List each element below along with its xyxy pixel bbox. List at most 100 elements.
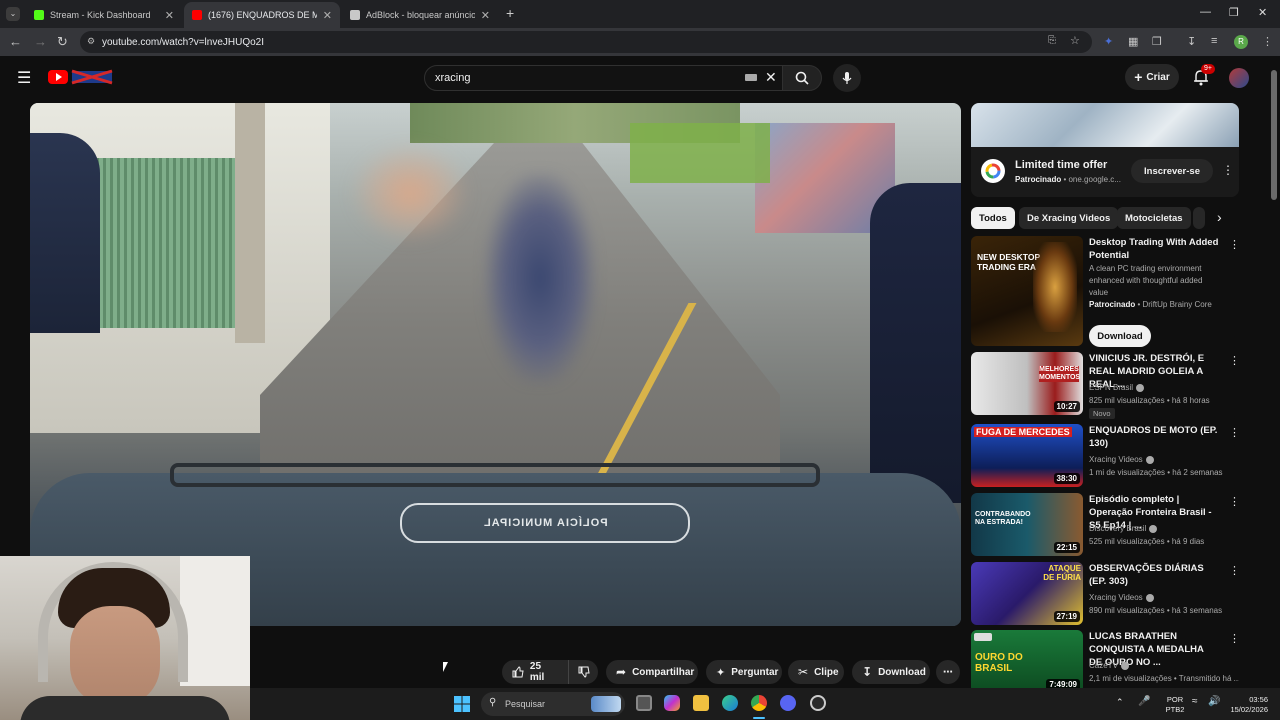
keyboard-icon[interactable] <box>745 74 757 81</box>
file-explorer-icon[interactable] <box>693 695 709 711</box>
ad-more-icon[interactable]: ⋮ <box>1222 163 1234 177</box>
notifications-button[interactable]: 9+ <box>1193 64 1215 88</box>
recommendation-item[interactable]: CONTRABANDO NA ESTRADA! 22:15 ⋮ Episódio… <box>971 493 1240 556</box>
ad-subscribe-label: Inscrever-se <box>1144 165 1200 177</box>
more-options-icon[interactable]: ⋮ <box>1229 495 1240 508</box>
video-thumbnail[interactable]: CONTRABANDO NA ESTRADA! 22:15 <box>971 493 1083 556</box>
ad-card[interactable]: Limited time offer Patrocinado • one.goo… <box>971 103 1239 197</box>
close-tab-icon[interactable]: ✕ <box>481 9 490 22</box>
video-thumbnail[interactable]: FUGA DE MERCEDES 38:30 <box>971 424 1083 487</box>
ad-download-button[interactable]: Download <box>1089 325 1151 347</box>
hamburger-menu-icon[interactable]: ☰ <box>17 68 31 88</box>
discord-icon[interactable] <box>780 695 796 711</box>
copilot-icon[interactable] <box>664 695 680 711</box>
address-bar[interactable]: ⚙ youtube.com/watch?v=lnveJHUQo2I ⎘ ☆ <box>80 31 1092 53</box>
like-button[interactable]: 25 mil <box>502 660 568 684</box>
video-thumbnail[interactable]: NEW DESKTOP TRADING ERA <box>971 236 1083 346</box>
ad-subscribe-button[interactable]: Inscrever-se <box>1131 159 1213 183</box>
microphone-icon <box>842 72 852 84</box>
wifi-icon[interactable]: ≈ <box>1192 696 1198 707</box>
browser-tab-strip: ⌄ Stream - Kick Dashboard ✕ (1676) ENQUA… <box>0 0 1280 28</box>
scrollbar-thumb[interactable] <box>1271 70 1277 200</box>
recommendation-item[interactable]: FUGA DE MERCEDES 38:30 ⋮ ENQUADROS DE MO… <box>971 424 1240 487</box>
show-hidden-icons[interactable]: ⌃ <box>1116 697 1124 708</box>
tab-kick-dashboard[interactable]: Stream - Kick Dashboard ✕ <box>26 2 182 28</box>
account-avatar[interactable] <box>1229 68 1249 88</box>
edge-icon[interactable] <box>722 695 738 711</box>
reading-list-icon[interactable]: ≡ <box>1211 35 1217 47</box>
notification-badge: 9+ <box>1201 64 1215 74</box>
tab-youtube-video[interactable]: (1676) ENQUADROS DE MOTO ✕ <box>184 2 340 28</box>
input-language[interactable]: POR PTB2 <box>1160 695 1190 715</box>
taskbar-search-input[interactable]: ⚲ Pesquisar <box>481 692 625 716</box>
extensions-puzzle-icon[interactable]: ❒ <box>1152 35 1162 48</box>
extension-pin-icon[interactable]: ✦ <box>1104 35 1113 48</box>
recommendation-item[interactable]: NEW DESKTOP TRADING ERA ⋮ Desktop Tradin… <box>971 236 1240 347</box>
tab-adblock[interactable]: AdBlock - bloquear anúncios e ✕ <box>342 2 498 28</box>
chrome-icon[interactable] <box>751 695 767 711</box>
download-button[interactable]: ↧ Download <box>852 660 930 684</box>
more-actions-button[interactable]: ⋯ <box>936 660 960 684</box>
video-thumbnail[interactable]: MELHORES MOMENTOS 10:27 <box>971 352 1083 415</box>
site-info-icon[interactable]: ⚙ <box>87 36 95 47</box>
video-channel: Xracing Videos <box>1089 453 1239 466</box>
new-tab-button[interactable]: + <box>506 5 514 21</box>
reload-icon[interactable]: ↻ <box>57 34 68 50</box>
recommendation-item[interactable]: OURO DO BRASIL 7:49:09 ⋮ LUCAS BRAATHEN … <box>971 630 1239 688</box>
video-thumbnail[interactable]: ATAQUE DE FÚRIA 27:19 <box>971 562 1083 625</box>
install-icon[interactable]: ⎘ <box>1048 35 1056 46</box>
video-title[interactable]: OBSERVAÇÕES DIÁRIAS (EP. 303) <box>1089 562 1219 588</box>
search-button[interactable] <box>782 65 822 91</box>
window-close-icon[interactable]: ✕ <box>1258 6 1267 19</box>
search-input[interactable]: xracing ✕ <box>424 65 784 91</box>
thumbs-down-icon <box>578 666 590 678</box>
video-title[interactable]: ENQUADROS DE MOTO (EP. 130) <box>1089 424 1219 450</box>
close-tab-icon[interactable]: ✕ <box>165 9 174 22</box>
extension-translate-icon[interactable]: ▦ <box>1128 35 1138 48</box>
start-button[interactable] <box>454 696 470 712</box>
recommendation-item[interactable]: ATAQUE DE FÚRIA 27:19 ⋮ OBSERVAÇÕES DIÁR… <box>971 562 1240 625</box>
advertiser-name: DriftUp Brainy Core <box>1142 300 1212 309</box>
more-options-icon[interactable]: ⋮ <box>1229 632 1239 645</box>
chip-from-channel[interactable]: De Xracing Videos <box>1019 207 1119 229</box>
taskbar-search-placeholder: Pesquisar <box>505 699 546 709</box>
share-button[interactable]: ➦ Compartilhar <box>606 660 698 684</box>
bookmark-star-icon[interactable]: ☆ <box>1070 34 1080 47</box>
tab-search-button[interactable]: ⌄ <box>6 7 20 21</box>
page-scrollbar[interactable] <box>1270 60 1278 688</box>
obs-icon[interactable] <box>810 695 826 711</box>
more-options-icon[interactable]: ⋮ <box>1229 238 1240 251</box>
youtube-logo[interactable] <box>48 69 114 85</box>
volume-icon[interactable]: 🔊 <box>1208 696 1220 707</box>
clear-search-icon[interactable]: ✕ <box>765 69 777 86</box>
chrome-menu-icon[interactable]: ⋮ <box>1262 35 1273 48</box>
chip-motorcycles[interactable]: Motocicletas <box>1117 207 1191 229</box>
ask-button[interactable]: ✦ Perguntar <box>706 660 782 684</box>
recommendation-item[interactable]: MELHORES MOMENTOS 10:27 ⋮ VINICIUS JR. D… <box>971 352 1240 419</box>
microphone-tray-icon[interactable]: 🎤 <box>1138 696 1150 707</box>
close-tab-icon[interactable]: ✕ <box>323 9 332 22</box>
profile-avatar[interactable]: R <box>1234 35 1248 49</box>
more-options-icon[interactable]: ⋮ <box>1229 426 1240 439</box>
video-thumbnail[interactable]: OURO DO BRASIL 7:49:09 <box>971 630 1083 688</box>
back-icon[interactable]: ← <box>9 34 22 49</box>
more-options-icon[interactable]: ⋮ <box>1229 564 1240 577</box>
clock[interactable]: 03:56 15/02/2026 <box>1220 695 1268 715</box>
voice-search-button[interactable] <box>833 64 861 92</box>
restore-icon[interactable]: ❐ <box>1229 6 1239 19</box>
chip-all[interactable]: Todos <box>971 207 1015 229</box>
downloads-icon[interactable]: ↧ <box>1187 35 1196 48</box>
forward-icon[interactable]: → <box>34 34 47 49</box>
video-title[interactable]: Desktop Trading With Added Potential <box>1089 236 1219 262</box>
create-button[interactable]: + Criar <box>1125 64 1179 90</box>
ad-banner-image <box>971 103 1239 147</box>
webcam-overlay <box>0 556 250 720</box>
dislike-button[interactable] <box>568 660 598 684</box>
chevron-right-icon[interactable]: › <box>1217 209 1222 225</box>
clip-button[interactable]: ✂ Clipe <box>788 660 844 684</box>
sponsored-label: Patrocinado <box>1089 300 1136 309</box>
task-view-icon[interactable] <box>636 695 652 711</box>
video-player[interactable]: POLÍCIA MUNICIPAL <box>30 103 961 626</box>
minimize-icon[interactable]: — <box>1200 6 1211 18</box>
more-options-icon[interactable]: ⋮ <box>1229 354 1240 367</box>
